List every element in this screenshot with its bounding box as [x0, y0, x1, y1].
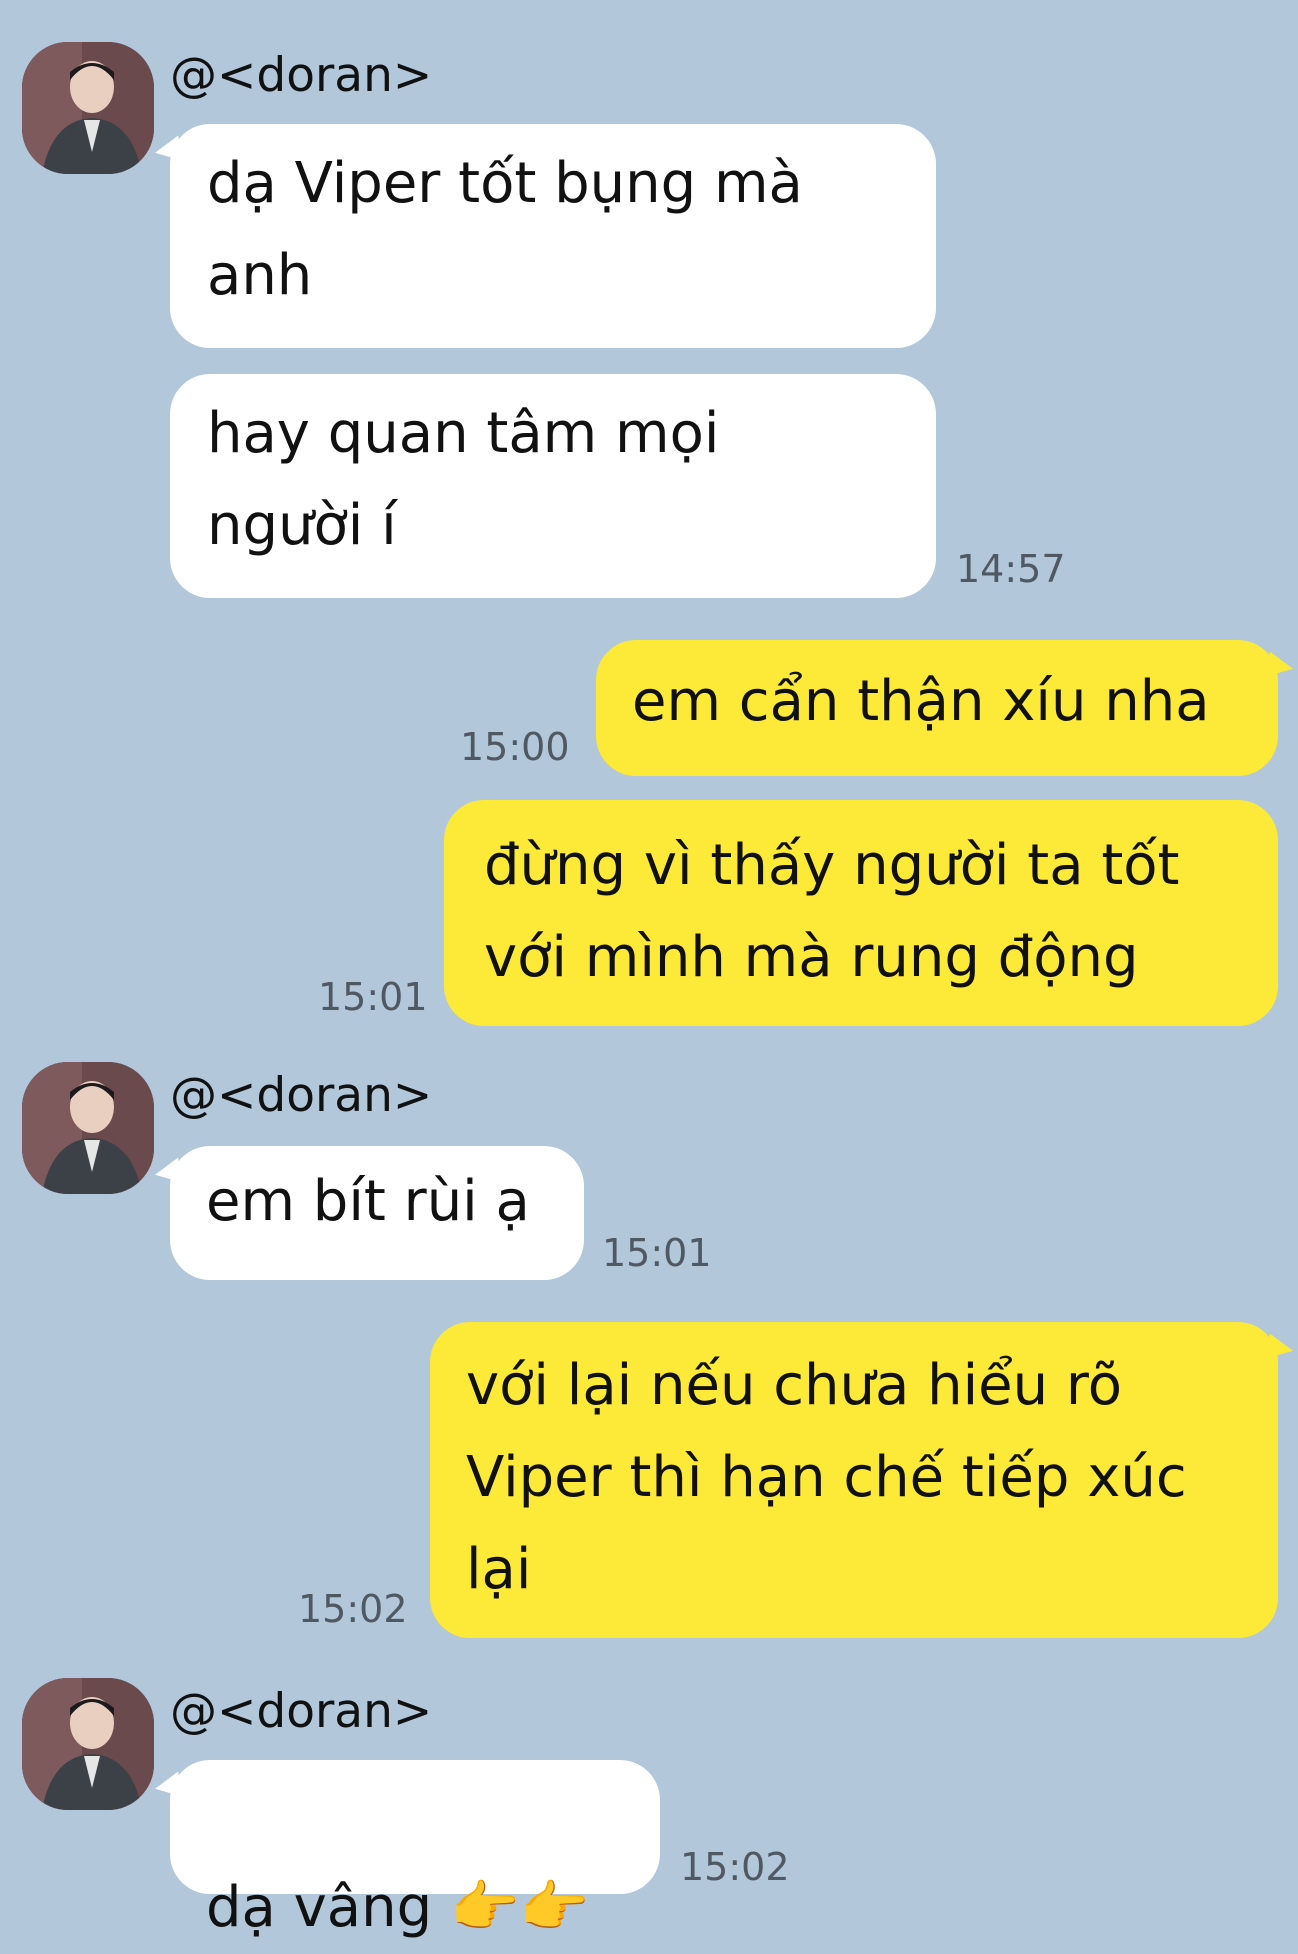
sender-name: @<doran>	[170, 48, 433, 103]
message-bubble[interactable]: em cẩn thận xíu nha	[596, 640, 1278, 776]
message-time: 15:02	[298, 1587, 408, 1631]
message-time: 14:57	[956, 547, 1066, 591]
avatar[interactable]	[22, 1678, 154, 1810]
sender-name: @<doran>	[170, 1068, 433, 1123]
message-bubble[interactable]: em bít rùi ạ	[170, 1146, 584, 1280]
pointing-hands-emoji-icon: 👉👉	[449, 1875, 590, 1940]
message-bubble[interactable]: với lại nếu chưa hiểu rõ Viper thì hạn c…	[430, 1322, 1278, 1638]
sender-name: @<doran>	[170, 1684, 433, 1739]
avatar[interactable]	[22, 1062, 154, 1194]
message-time: 15:02	[680, 1845, 790, 1889]
message-text: dạ vâng	[206, 1875, 450, 1940]
message-bubble[interactable]: dạ vâng 👉👉	[170, 1760, 660, 1940]
message-bubble[interactable]: dạ Viper tốt bụng mà anh	[170, 124, 936, 348]
avatar[interactable]	[22, 42, 154, 174]
message-bubble[interactable]: hay quan tâm mọi người í	[170, 374, 936, 598]
message-time: 15:01	[318, 975, 428, 1019]
message-time: 15:01	[602, 1231, 712, 1275]
message-time: 15:00	[460, 725, 570, 769]
message-bubble[interactable]: đừng vì thấy người ta tốt với mình mà ru…	[444, 800, 1278, 1026]
